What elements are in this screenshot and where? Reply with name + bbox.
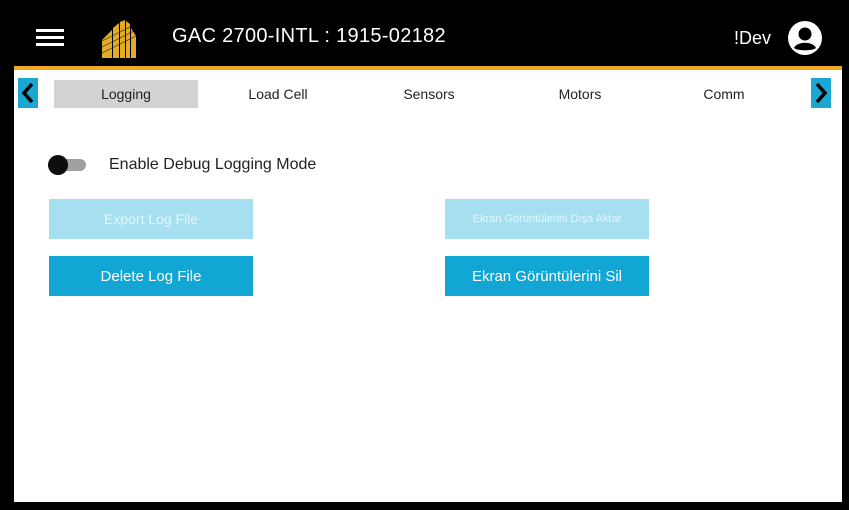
chevron-right-icon — [815, 82, 828, 104]
tab-load-cell[interactable]: Load Cell — [206, 80, 350, 108]
device-title: GAC 2700-INTL : 1915-02182 — [172, 25, 446, 47]
tab-logging[interactable]: Logging — [54, 80, 198, 108]
delete-screenshots-button[interactable]: Ekran Görüntülerini Sil — [445, 256, 649, 296]
tab-bar: Logging Load Cell Sensors Motors Comm — [14, 70, 842, 112]
tab-scroll-left-button[interactable] — [18, 78, 38, 108]
hamburger-menu-icon[interactable] — [36, 25, 66, 51]
export-log-file-button[interactable]: Export Log File — [49, 199, 253, 239]
chevron-left-icon — [21, 82, 34, 104]
tab-motors[interactable]: Motors — [508, 80, 652, 108]
tab-sensors[interactable]: Sensors — [357, 80, 501, 108]
delete-log-file-button[interactable]: Delete Log File — [49, 256, 253, 296]
tab-comm[interactable]: Comm — [652, 80, 796, 108]
export-screenshots-button[interactable]: Ekran Görüntülerini Dışa Aktar — [445, 199, 649, 239]
debug-logging-label: Enable Debug Logging Mode — [109, 156, 317, 173]
toggle-knob — [48, 155, 68, 175]
app-screen: GAC 2700-INTL : 1915-02182 !Dev Logging … — [14, 8, 842, 502]
debug-logging-toggle[interactable] — [48, 155, 88, 175]
logging-panel: Enable Debug Logging Mode Export Log Fil… — [14, 112, 842, 502]
account-circle-icon[interactable] — [787, 20, 823, 56]
user-name-label: !Dev — [734, 28, 772, 48]
tab-scroll-right-button[interactable] — [811, 78, 831, 108]
brand-logo-icon — [99, 20, 137, 58]
top-app-bar: GAC 2700-INTL : 1915-02182 !Dev — [14, 8, 842, 70]
